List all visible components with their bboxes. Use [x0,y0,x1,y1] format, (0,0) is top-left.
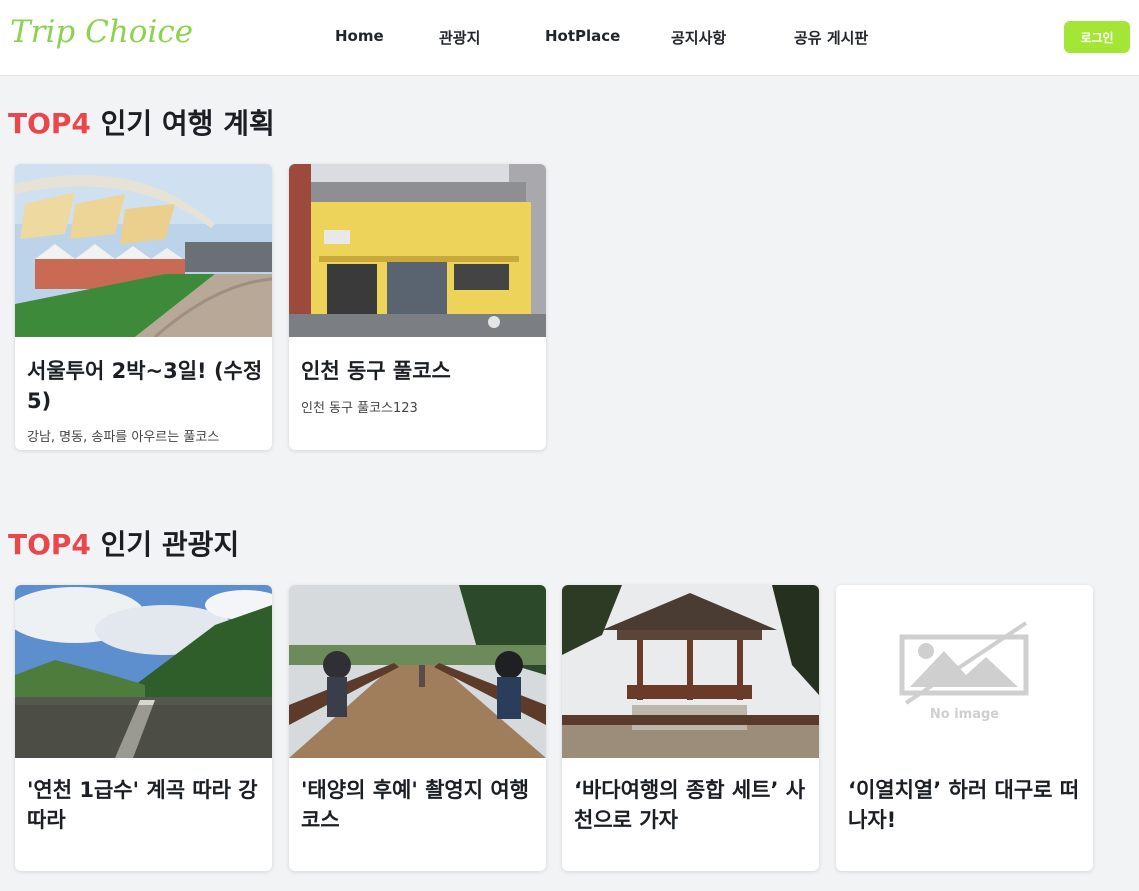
plan-card-description: 인천 동구 풀코스123 [301,401,418,416]
login-button[interactable]: 로그인 [1064,21,1130,53]
yellow-building-photo [289,164,546,337]
nav-attractions[interactable]: 관광지 [439,27,480,48]
title-accent: TOP4 [8,528,91,561]
plan-card-title: 인천 동구 풀코스 [301,359,451,383]
attraction-card-title: ‘이열치열’ 하러 대구로 떠나자! [848,778,1080,832]
pavilion-photo [562,585,819,758]
no-image-text: No image [929,707,1000,722]
attraction-card[interactable]: '연천 1급수' 계곡 따라 강따라 [15,585,272,871]
valley-stream-photo [15,585,272,758]
logo[interactable]: Trip Choice [10,14,193,50]
title-text: 인기 여행 계획 [90,107,275,140]
title-accent: TOP4 [8,107,91,140]
title-text: 인기 관광지 [90,528,240,561]
attraction-card[interactable]: ‘바다여행의 종합 세트’ 사천으로 가자 [562,585,819,871]
attraction-card[interactable]: '태양의 후예' 촬영지 여행코스 [289,585,546,871]
attraction-card-title: '연천 1급수' 계곡 따라 강따라 [27,778,258,832]
attraction-card[interactable]: No image ‘이열치열’ 하러 대구로 떠나자! [836,585,1093,871]
wooden-bridge-photo [289,585,546,758]
nav-home[interactable]: Home [335,27,384,45]
section-title-attractions: TOP4 인기 관광지 [8,523,239,563]
festival-tents-photo [15,164,272,337]
plan-card[interactable]: 서울투어 2박~3일! (수정5) 강남, 명동, 송파를 아우르는 풀코스 [15,164,272,450]
plan-card-title: 서울투어 2박~3일! (수정5) [27,359,263,413]
attraction-card-title: ‘바다여행의 종합 세트’ 사천으로 가자 [574,778,806,832]
navbar: Trip Choice Home 관광지 HotPlace 공지사항 공유 게시… [0,0,1139,76]
attraction-card-title: '태양의 후예' 촬영지 여행코스 [301,778,529,832]
plan-card[interactable]: 인천 동구 풀코스 인천 동구 풀코스123 [289,164,546,450]
nav-notice[interactable]: 공지사항 [671,27,726,48]
nav-hotplace[interactable]: HotPlace [545,27,620,45]
section-title-plans: TOP4 인기 여행 계획 [8,102,275,142]
no-image-placeholder [836,585,1093,758]
plan-card-description: 강남, 명동, 송파를 아우르는 풀코스 [27,430,220,445]
nav-shared-board[interactable]: 공유 게시판 [794,27,868,48]
